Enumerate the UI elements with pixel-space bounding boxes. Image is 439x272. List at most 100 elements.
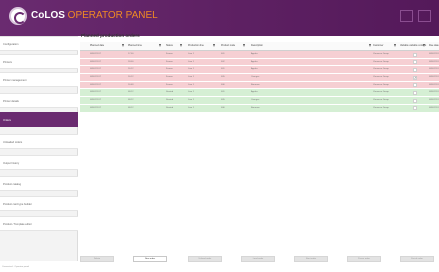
filter-icon[interactable] [423, 44, 425, 47]
table-row[interactable]: 08/02/2017 17:00 Frozen Line 1 001 Apples Vien… [80, 51, 439, 59]
sidebar-item-printer-details[interactable]: Printer details [0, 93, 78, 108]
table-cell: 005 [221, 99, 225, 102]
table-cell: Viennese Group [373, 76, 389, 79]
pause-order-button[interactable]: Pause order [347, 256, 381, 262]
table-cell: 006 [221, 106, 225, 109]
table-cell: Frozen [166, 76, 173, 79]
table-cell: Line 1 [188, 76, 194, 79]
column-header[interactable]: Production line [188, 44, 204, 47]
status-bar: Connected · Operator panel [2, 266, 30, 268]
filter-icon[interactable] [180, 44, 182, 47]
table-cell: 08/02/2017 [90, 53, 101, 55]
table-row[interactable]: 08/02/2017 16:12 Frozen Line 1 001 Apples Vien… [80, 66, 439, 75]
table-cell: Apples [251, 91, 258, 94]
row-checkbox[interactable] [413, 83, 417, 88]
column-header[interactable]: Planned date [90, 44, 104, 47]
filter-icon[interactable] [159, 44, 161, 47]
finish-order-button[interactable]: Finish order [400, 256, 434, 262]
table-cell: Viennese Group [373, 68, 389, 71]
table-cell: Bananas [251, 83, 260, 86]
table-cell: Started [166, 91, 174, 94]
row-checkbox[interactable] [413, 106, 417, 111]
table-cell: 08/02/2017 [429, 99, 439, 102]
table-cell: Started [166, 106, 174, 109]
column-header[interactable]: Status [166, 44, 173, 47]
table-cell: Oranges [251, 99, 260, 102]
sidebar-item-card-type-builder[interactable]: Product card type builder [0, 196, 78, 211]
sidebar-item-output-history[interactable]: Output history [0, 155, 78, 170]
table-cell: 08/02/2017 [90, 99, 101, 102]
sidebar-item-printer-management[interactable]: Printer management [0, 72, 78, 87]
table-header: Planned date Planned time Status Product… [80, 42, 439, 51]
filter-icon[interactable] [122, 44, 124, 47]
start-order-button[interactable]: Start order [294, 256, 328, 262]
row-checkbox[interactable] [413, 90, 417, 95]
sidebar-item-product-catalog[interactable]: Product catalog [0, 176, 78, 191]
column-header[interactable]: Planned time [128, 44, 142, 47]
sidebar-item-label: Product card type builder [3, 203, 32, 206]
filter-icon[interactable] [243, 44, 245, 47]
table-cell: 18:00 [128, 60, 134, 63]
column-header[interactable]: Description [251, 44, 263, 47]
minimize-icon[interactable] [400, 10, 413, 22]
new-order-button[interactable]: New order [133, 256, 167, 262]
table-cell: 08:12 [128, 99, 134, 102]
table-cell: 08/02/2017 [90, 68, 101, 71]
filter-icon[interactable] [213, 44, 215, 47]
sidebar: Configuration Printers Printer managemen… [0, 36, 78, 261]
load-order-button[interactable]: Load order [241, 256, 275, 262]
table-cell: 16:12 [128, 76, 134, 79]
row-checkbox[interactable]: ✓ [413, 75, 417, 80]
sidebar-item-configuration[interactable]: Configuration [0, 36, 78, 51]
sidebar-item-unloaded-orders[interactable]: Unloaded orders [0, 134, 78, 149]
table-cell: 001 [221, 91, 225, 94]
unload-order-button[interactable]: Unload order [188, 256, 222, 262]
table-cell: Apples [251, 68, 258, 71]
table-cell: Viennese Group [373, 60, 389, 63]
filter-icon[interactable] [369, 44, 371, 47]
table-row[interactable]: 08/02/2017 16:48 Frozen Line 1 006 Bananas Vie… [80, 81, 439, 90]
table-cell: Viennese Group [373, 53, 389, 55]
table-cell: Apples [251, 60, 258, 63]
table-cell: 001 [221, 68, 225, 71]
table-row[interactable]: 08/02/2017 18:00 Frozen Line 1 002 Apples Vien… [80, 58, 439, 67]
brand-name: CoLOS [31, 10, 65, 21]
panel-name: OPERATOR PANEL [67, 10, 158, 21]
close-icon[interactable] [418, 10, 431, 22]
column-header[interactable]: Due date [429, 44, 439, 47]
sidebar-item-template-editor[interactable]: Product / Template editor [0, 216, 78, 231]
table-row[interactable]: 08/02/2017 16:12 Frozen Line 1 005 Oranges Vie… [80, 74, 439, 82]
delete-button[interactable]: Delete [80, 256, 114, 262]
column-header[interactable]: Customer [373, 44, 383, 47]
table-row[interactable]: 08/02/2017 08:12 Started Line 1 005 Oranges Vi… [80, 97, 439, 105]
row-checkbox[interactable] [413, 60, 417, 65]
table-cell: 08/02/2017 [90, 76, 101, 79]
table-cell: 08/02/2017 [429, 60, 439, 63]
table-cell: 08/02/2017 [429, 106, 439, 109]
sidebar-item-label: Configuration [3, 43, 19, 46]
column-header[interactable]: Product code [221, 44, 235, 47]
table-cell: Line 1 [188, 68, 194, 71]
sidebar-item-printers[interactable]: Printers [0, 54, 78, 69]
table-cell: Frozen [166, 60, 173, 63]
filter-icon[interactable] [394, 44, 396, 47]
sidebar-item-label: Unloaded orders [3, 141, 23, 144]
table-cell: 08/02/2017 [429, 91, 439, 94]
table-cell: 08/02/2017 [90, 60, 101, 63]
table-row[interactable]: 08/02/2017 08:12 Started Line 1 001 Apples Vie… [80, 89, 439, 98]
row-checkbox[interactable] [413, 98, 417, 103]
table-cell: Viennese Group [373, 99, 389, 102]
table-cell: 16:12 [128, 68, 134, 71]
table-cell: Line 1 [188, 60, 194, 63]
table-cell: Viennese Group [373, 91, 389, 94]
app-header: CoLOS OPERATOR PANEL [0, 0, 439, 36]
row-checkbox[interactable] [413, 52, 417, 57]
table-cell: 006 [221, 83, 225, 86]
sidebar-item-orders[interactable]: Orders [0, 112, 78, 127]
table-cell: 08/02/2017 [429, 53, 439, 55]
table-row[interactable]: 08/02/2017 08:12 Started Line 1 006 Bananas Vi… [80, 104, 439, 113]
sidebar-item-label: Orders [3, 119, 11, 122]
table-cell: 08:12 [128, 106, 134, 109]
table-cell: Line 1 [188, 53, 194, 55]
row-checkbox[interactable] [413, 67, 417, 72]
